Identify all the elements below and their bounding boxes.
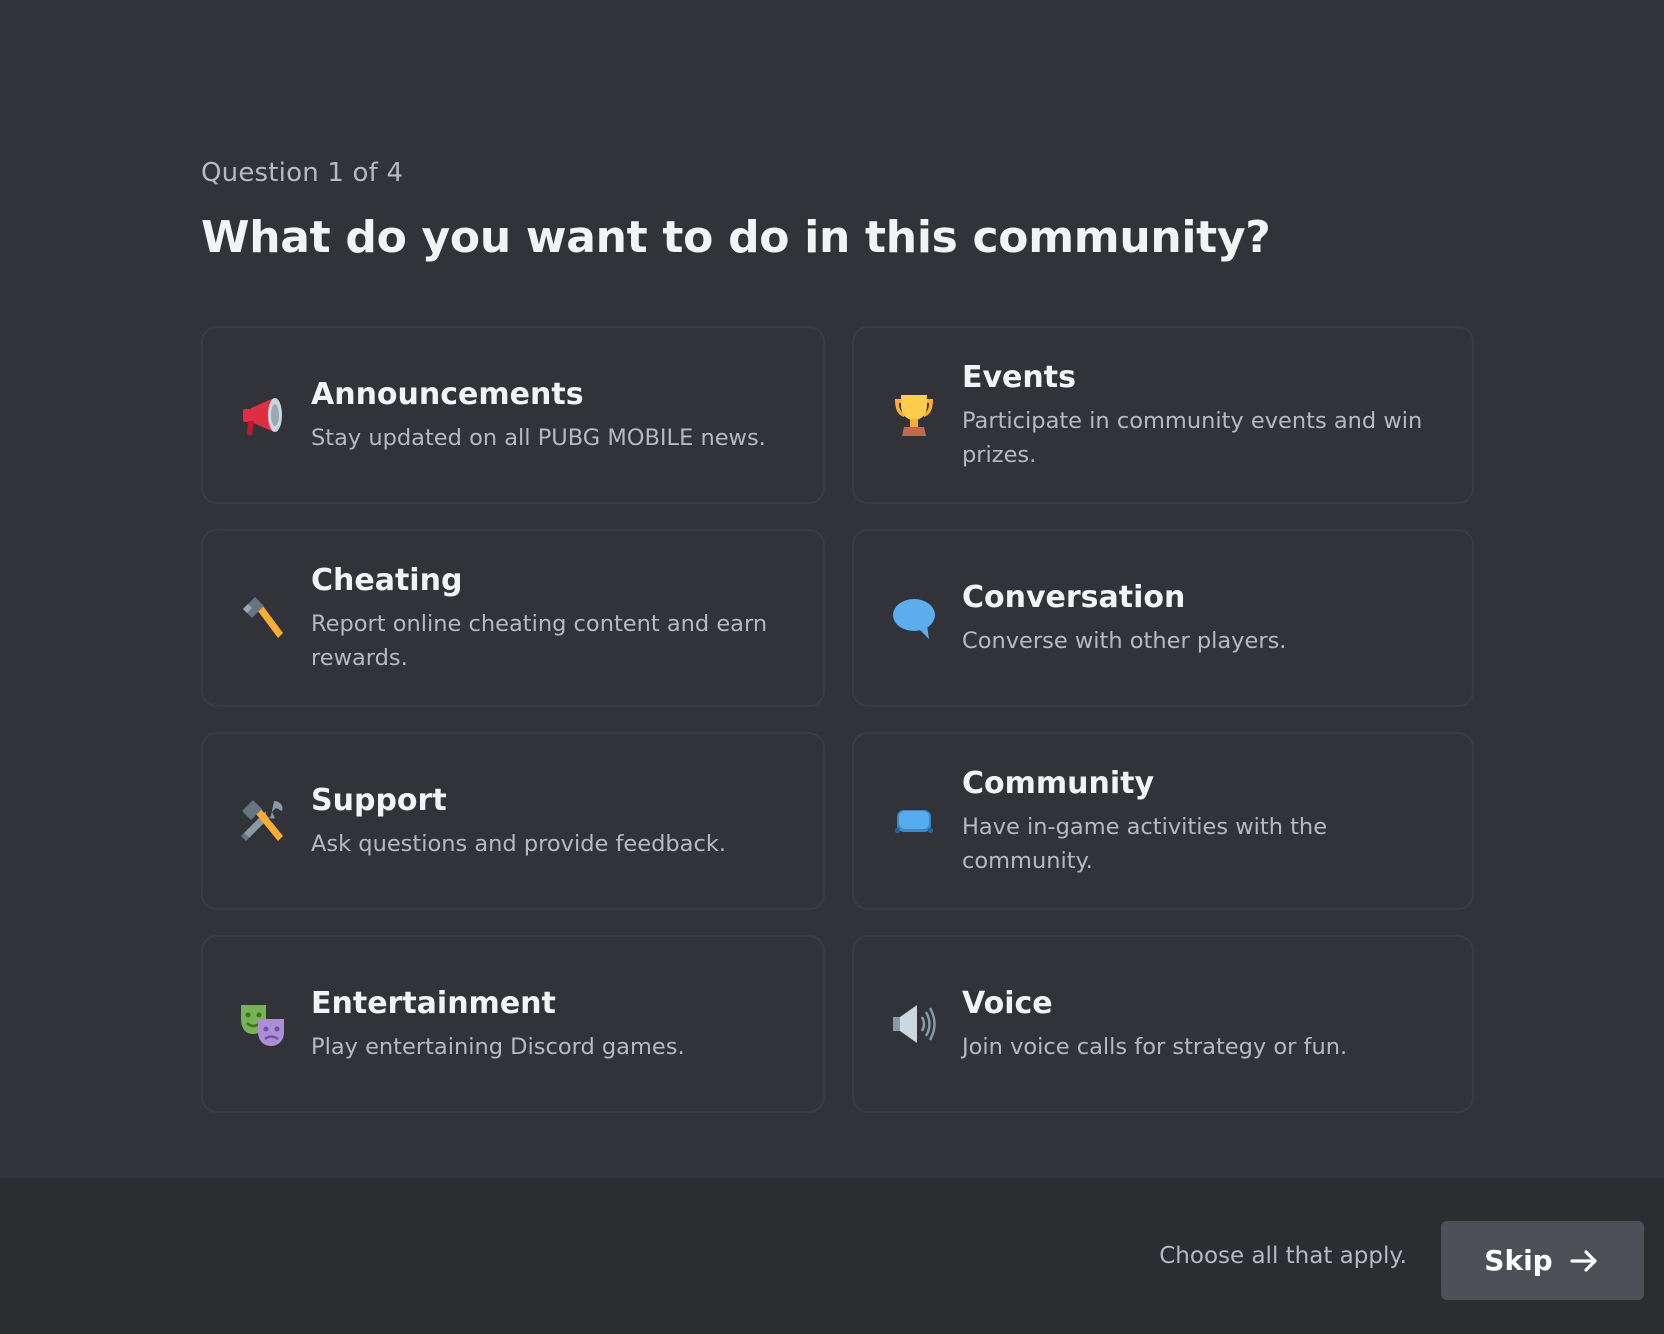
game-controller-icon xyxy=(888,795,940,847)
option-description: Ask questions and provide feedback. xyxy=(311,831,727,857)
question-title: What do you want to do in this community… xyxy=(201,212,1271,263)
speaker-icon xyxy=(888,998,940,1050)
option-text: Support Ask questions and provide feedba… xyxy=(311,781,726,861)
option-description: Play entertaining Discord games. xyxy=(311,1034,685,1060)
option-events[interactable]: Events Participate in community events a… xyxy=(852,326,1474,504)
option-title: Events xyxy=(962,360,1076,395)
option-description: Stay updated on all PUBG MOBILE news. xyxy=(311,425,766,451)
hammer-wrench-icon xyxy=(237,795,289,847)
option-text: Voice Join voice calls for strategy or f… xyxy=(962,984,1347,1064)
option-title: Cheating xyxy=(311,563,463,598)
skip-label: Skip xyxy=(1484,1244,1553,1277)
option-text: Conversation Converse with other players… xyxy=(962,578,1286,658)
option-title: Community xyxy=(962,766,1155,801)
option-title: Support xyxy=(311,783,447,818)
option-community[interactable]: Community Have in-game activities with t… xyxy=(852,732,1474,910)
option-text: Entertainment Play entertaining Discord … xyxy=(311,984,685,1064)
megaphone-icon xyxy=(237,389,289,441)
speech-bubble-icon xyxy=(888,592,940,644)
option-entertainment[interactable]: Entertainment Play entertaining Discord … xyxy=(201,935,825,1113)
option-title: Voice xyxy=(962,986,1053,1021)
option-conversation[interactable]: Conversation Converse with other players… xyxy=(852,529,1474,707)
option-text: Events Participate in community events a… xyxy=(962,358,1442,472)
option-text: Cheating Report online cheating content … xyxy=(311,561,793,675)
options-grid: Announcements Stay updated on all PUBG M… xyxy=(201,326,1474,1113)
arrow-right-icon xyxy=(1570,1249,1597,1272)
question-counter: Question 1 of 4 xyxy=(201,158,404,188)
option-description: Join voice calls for strategy or fun. xyxy=(962,1034,1348,1060)
option-description: Participate in community events and win … xyxy=(962,408,1423,468)
hammer-icon xyxy=(237,592,289,644)
option-title: Entertainment xyxy=(311,986,556,1021)
option-title: Announcements xyxy=(311,377,584,412)
option-cheating[interactable]: Cheating Report online cheating content … xyxy=(201,529,825,707)
theater-masks-icon xyxy=(237,998,289,1050)
option-text: Announcements Stay updated on all PUBG M… xyxy=(311,375,766,455)
trophy-icon xyxy=(888,389,940,441)
option-description: Report online cheating content and earn … xyxy=(311,611,768,671)
footer-hint: Choose all that apply. xyxy=(1159,1243,1407,1269)
option-description: Converse with other players. xyxy=(962,628,1287,654)
option-title: Conversation xyxy=(962,580,1186,615)
option-description: Have in-game activities with the communi… xyxy=(962,814,1328,874)
footer-bar: Choose all that apply. Skip xyxy=(0,1178,1664,1334)
option-text: Community Have in-game activities with t… xyxy=(962,764,1442,878)
option-announcements[interactable]: Announcements Stay updated on all PUBG M… xyxy=(201,326,825,504)
option-voice[interactable]: Voice Join voice calls for strategy or f… xyxy=(852,935,1474,1113)
option-support[interactable]: Support Ask questions and provide feedba… xyxy=(201,732,825,910)
onboarding-panel: Question 1 of 4 What do you want to do i… xyxy=(0,0,1664,1178)
skip-button[interactable]: Skip xyxy=(1441,1221,1644,1300)
